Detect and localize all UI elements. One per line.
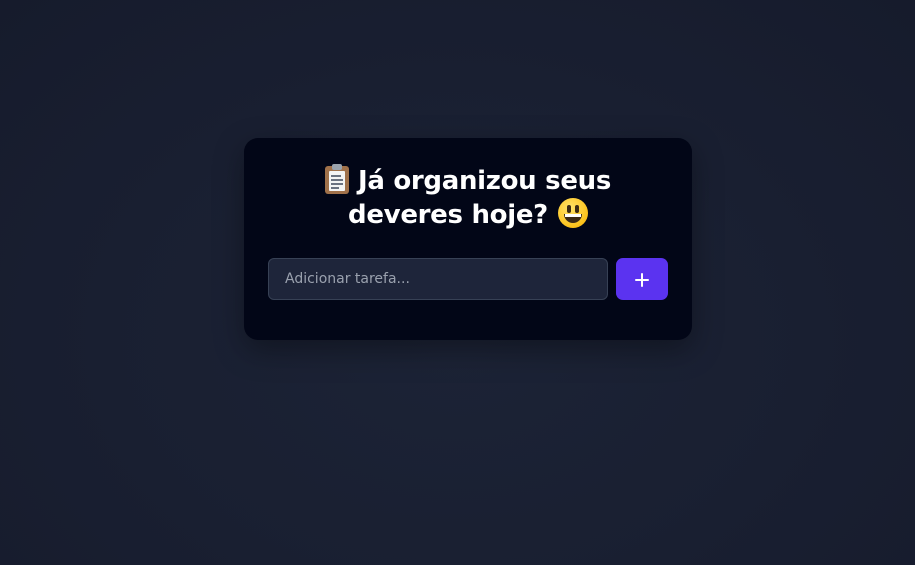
task-input[interactable] [268,258,608,300]
add-task-form [268,258,668,300]
grinning-face-icon [557,198,588,228]
add-task-button[interactable] [616,258,668,300]
title-text-line-2: deveres hoje? [348,200,548,230]
plus-icon [635,273,649,287]
title-line-1: Já organizou seus [244,164,692,198]
clipboard-icon [324,164,349,194]
todo-card: Já organizou seus deveres hoje? [244,138,692,340]
title-text-line-1: Já organizou seus [357,166,612,196]
card-title: Já organizou seus deveres hoje? [244,164,692,232]
title-line-2: deveres hoje? [244,198,692,232]
